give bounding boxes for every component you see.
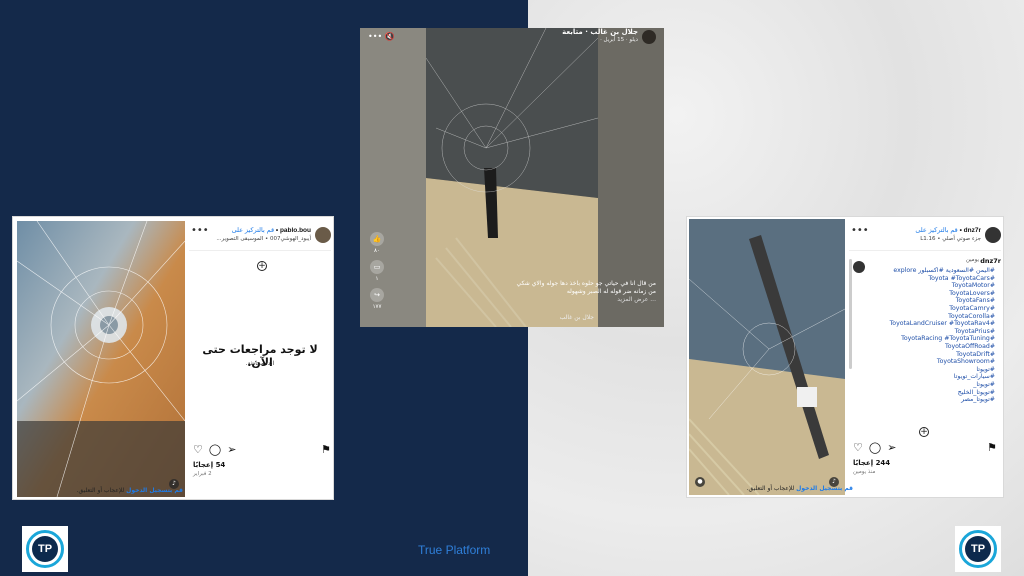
share-count: ١٧٧ [372,304,382,310]
bookmark-icon[interactable]: ⚑ [321,443,331,456]
post-subline: جزء صوتي أصلي • L1.16 [920,236,981,242]
username[interactable]: dnz7r • قم بالتركيز على [915,226,981,234]
logo-text: TP [32,536,58,562]
like-icon[interactable]: 👍 [370,232,384,246]
caption-time: يومين [965,257,979,263]
post-date: 2 فبراير [193,471,212,477]
fb-username-text[interactable]: جلال بن غالب [590,28,638,36]
hashtag[interactable]: #تويوتا [867,366,995,374]
more-options-icon[interactable]: ••• [191,225,209,236]
like-count[interactable]: 244 إعجابًا [853,459,890,467]
hashtag[interactable]: #ToyotaRacing #ToyotaTuning [867,335,995,343]
heart-icon[interactable]: ♡ [853,441,863,455]
share-icon[interactable]: ➢ [227,443,236,457]
fb-username[interactable]: جلال بن غالب · متابعة [562,28,638,36]
fb-post-date: ديلو · 15 أبريل · [600,37,638,43]
brand-name: True Platform [418,543,491,557]
caption-username[interactable]: dnz7r [980,257,1001,265]
hashtag[interactable]: #ToyotaDrift [867,351,995,359]
comment-icon[interactable]: ◯ [209,443,221,457]
follow-link[interactable]: قم بالتركيز على [232,227,274,234]
like-count: ٨٠ [374,248,380,254]
caption-scrollbar[interactable] [849,259,852,369]
fb-caption: من قال انا في حياتي جو حلوه باخذ دها جول… [516,280,656,304]
post-actions: ♡ ◯ ➢ [853,441,896,455]
hashtag[interactable]: #ToyotaPrius [867,328,995,336]
hashtag[interactable]: #ToyotaLandCruiser #ToyotaRav4 [867,320,995,328]
post-subline: أيبود_الهوشي007 • الموسيقى التصوير... [216,236,311,242]
start-conversation-text: ابدأ محادثة. [245,360,275,367]
facebook-video-post: ••• 🔇 جلال بن غالب · متابعة ديلو · 15 أب… [360,28,664,327]
post-image-broken-windshield[interactable]: ● ♪ [689,219,845,495]
follow-link[interactable]: متابعة [562,28,583,36]
brand-logo-right: TP [955,526,1001,572]
fb-author-label: جلال بن غالب [559,314,594,321]
comment-icon[interactable]: ▭ [370,260,384,274]
logo-ring-icon: TP [959,530,997,568]
username[interactable]: pablo.bou • قم بالتركيز على [232,226,311,234]
post-actions: ♡ ◯ ➢ [193,443,236,457]
hashtag[interactable]: #ToyotaFans [867,297,995,305]
hashtag[interactable]: #سيارات_تويوتا [867,373,995,381]
logo-text: TP [965,536,991,562]
login-link[interactable]: قم بتسجيل الدخول [796,485,853,492]
hashtag[interactable]: #تويوتا_مصر [867,396,995,404]
login-prompt-text: للإعجاب أو التعليق. [746,485,795,492]
avatar[interactable] [985,227,1001,243]
fb-caption-text: من قال انا في حياتي جو حلوه باخذ دها جول… [516,280,656,295]
fb-top-controls[interactable]: ••• 🔇 [368,32,395,41]
follow-link[interactable]: قم بالتركيز على [915,227,957,234]
tagged-user-icon[interactable]: ● [695,477,705,487]
hashtag[interactable]: #ToyotaLovers [867,290,995,298]
username-text[interactable]: dnz7r [964,227,981,234]
hashtag[interactable]: #ToyotaMotor [867,282,995,290]
hashtag[interactable]: #ToyotaShowroom [867,358,995,366]
login-prompt-text: للإعجاب أو التعليق. [76,487,125,494]
comment-count: ١ [375,276,379,282]
broken-windshield-image [689,219,845,495]
shattered-windshield-image [17,221,185,497]
instagram-post-right: ● ♪ dnz7r • قم بالتركيز على جزء صوتي أصل… [686,216,1004,498]
fb-reaction-column: 👍 ٨٠ ▭ ١ ↪ ١٧٧ [368,232,386,316]
share-icon[interactable]: ➢ [887,441,896,455]
post-header: dnz7r • قم بالتركيز على جزء صوتي أصلي • … [849,221,1001,251]
post-image-shattered-glass[interactable]: ♪ [17,221,185,497]
post-sidebar: pablo.bou • قم بالتركيز على أيبود_الهوشي… [189,221,331,497]
hashtag[interactable]: #تويوتا_الخليج [867,389,995,397]
caption-avatar[interactable] [853,261,865,273]
avatar[interactable] [315,227,331,243]
add-icon[interactable]: + [257,261,267,271]
hashtag[interactable]: #Toyota #ToyotaCars [867,275,995,283]
avatar[interactable] [642,30,656,44]
bookmark-icon[interactable]: ⚑ [987,441,997,454]
like-count[interactable]: 54 إعجابًا [193,461,225,469]
brand-logo-left: TP [22,526,68,572]
heart-icon[interactable]: ♡ [193,443,203,457]
login-prompt: قم بتسجيل الدخول للإعجاب أو التعليق. [77,487,183,494]
more-options-icon[interactable]: ••• [851,225,869,236]
login-link[interactable]: قم بتسجيل الدخول [126,487,183,494]
see-more-link[interactable]: ... عرض المزيد [516,296,656,304]
add-icon[interactable]: + [919,427,929,437]
comment-icon[interactable]: ◯ [869,441,881,455]
post-sidebar: dnz7r • قم بالتركيز على جزء صوتي أصلي • … [849,221,1001,497]
hashtag[interactable]: #ToyotaOffRoad [867,343,995,351]
instagram-post-left: ♪ pablo.bou • قم بالتركيز على أيبود_الهو… [12,216,334,500]
post-header: pablo.bou • قم بالتركيز على أيبود_الهوشي… [189,221,331,251]
post-date: منذ يومين [853,469,876,475]
username-text[interactable]: pablo.bou [280,227,311,234]
hashtag-list: #اليمن #السعودية #اكسبلور explore #Toyot… [867,267,995,404]
logo-ring-icon: TP [26,530,64,568]
share-icon[interactable]: ↪ [370,288,384,302]
hashtag[interactable]: #اليمن #السعودية #اكسبلور explore [867,267,995,275]
hashtag[interactable]: #ToyotaCorolla [867,313,995,321]
hashtag[interactable]: #تويوتا_ [867,381,995,389]
login-prompt: قم بتسجيل الدخول للإعجاب أو التعليق. [747,485,853,492]
hashtag[interactable]: #ToyotaCamry [867,305,995,313]
